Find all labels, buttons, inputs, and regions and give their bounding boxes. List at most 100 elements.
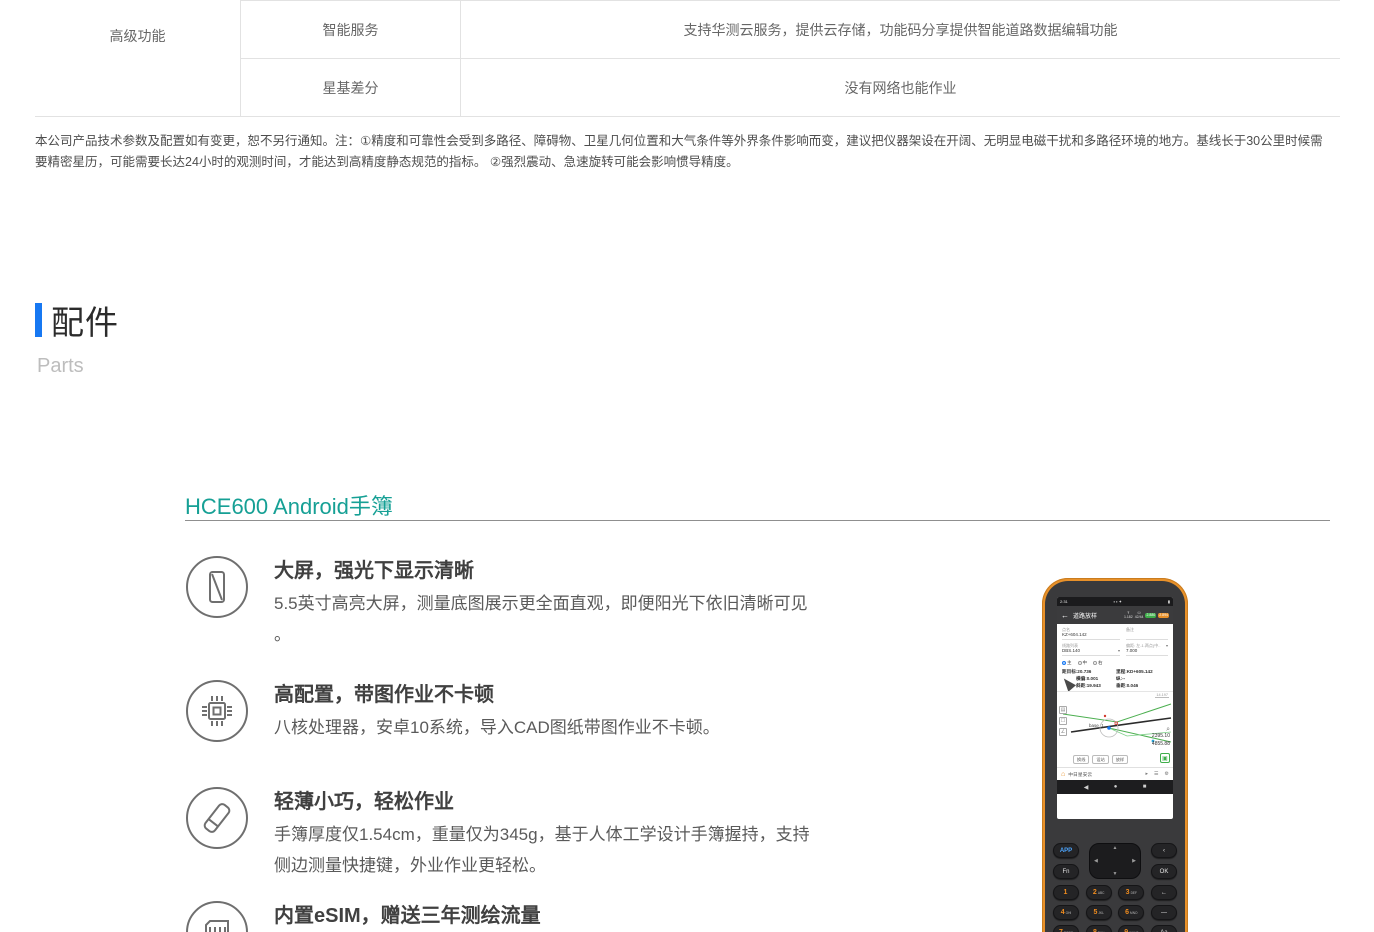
feature-item: 轻薄小巧，轻松作业 手簿厚度仅1.54cm，重量仅为345g，基于人体工学设计手…	[186, 787, 846, 881]
nav-back-icon: ◀	[1084, 784, 1089, 791]
section-header: 配件 Parts	[35, 296, 119, 378]
angle-icon: ∠	[1059, 728, 1067, 736]
nav-home-icon: ●	[1114, 784, 1118, 790]
spec-name-cell: 星基差分	[241, 59, 461, 116]
map-tool-column: ▤ ☐ ∠	[1059, 706, 1067, 736]
battery-icon: ▮	[1168, 599, 1170, 604]
stakeout-button: 放样	[1112, 755, 1128, 764]
side-radio-group: 主 中 右	[1057, 659, 1173, 668]
dpad-up-icon: ▲	[1113, 845, 1118, 851]
radio-icon	[1078, 661, 1082, 665]
fn-key: Fn	[1053, 864, 1079, 879]
spec-table: 高级功能 智能服务 支持华测云服务，提供云存储，功能码分享提供智能道路数据编辑功…	[35, 0, 1340, 117]
key-5: 5JKL	[1086, 905, 1112, 920]
chevron-down-icon: ▾	[1118, 648, 1120, 654]
accent-bar	[35, 303, 42, 337]
layers-icon: ▤	[1059, 706, 1067, 714]
divider	[185, 520, 1330, 521]
back-key: ‹	[1151, 843, 1177, 858]
spec-name-cell: 智能服务	[241, 1, 461, 58]
satellite-indicator: ⛁ 42/44	[1135, 611, 1144, 619]
key-7: 7PQRS	[1053, 925, 1079, 932]
disclaimer-text: 本公司产品技术参数及配置如有变更，恕不另行通知。注：①精度和可靠性会受到多路径、…	[35, 131, 1327, 173]
footer-label: 中日星安云	[1068, 771, 1092, 778]
stakeout-form: 点名 KZ+604.142 备注 线路列表 DBS.140▾	[1057, 624, 1173, 656]
physical-keypad: APP ▲ ▼ ◀ ▶ ‹ Fn OK 1 2ABC 3DEF	[1053, 843, 1177, 932]
spec-category-cell: 高级功能	[35, 0, 240, 116]
feature-title: 高配置，带图作业不卡顿	[274, 680, 822, 710]
cpu-icon	[186, 680, 248, 742]
screen-phone-icon	[186, 556, 248, 618]
radio-selected-icon	[1062, 661, 1066, 665]
feature-item: 大屏，强光下显示清晰 5.5英寸高亮大屏，测量底图展示更全面直观，即便阳光下依旧…	[186, 556, 846, 650]
feature-item: 内置eSIM，赠送三年测绘流量	[186, 901, 846, 932]
section-title: 配件	[51, 296, 119, 344]
chevron-down-icon: ▾	[1166, 643, 1168, 648]
stakeout-stats: 距目标:20.736里程:KD+605.142 横偏:0.001纵:-- 斜距:…	[1057, 668, 1173, 689]
magnifier-icon: ⌕	[1166, 726, 1170, 734]
screen-footer-bar: ⌂ 中日星安云 ▸ ☰ ⚙	[1057, 767, 1173, 780]
feature-item: 高配置，带图作业不卡顿 八核处理器，安卓10系统，导入CAD图纸带图作业不卡顿。	[186, 680, 846, 743]
back-arrow-icon: ←	[1061, 611, 1069, 620]
backspace-key: ←	[1151, 885, 1177, 900]
svg-text:base_1: base_1	[1089, 723, 1104, 728]
key-4: 4GHI	[1053, 905, 1079, 920]
status-icons: ▪ ▪ ✦	[1114, 599, 1122, 604]
key-8: 8TUV	[1086, 925, 1112, 932]
product-title: HCE600 Android手簿	[185, 489, 393, 521]
feature-desc: 手簿厚度仅1.54cm，重量仅为345g，基于人体工学设计手簿握持，支持侧边测量…	[274, 819, 822, 881]
point-name-field: 点名 KZ+604.142	[1062, 627, 1120, 640]
handheld-controller-image: 2:31 ▪ ▪ ✦ ▮ ← 道路放样 Ŧ 1.182 ⛁ 42/44	[1042, 578, 1188, 932]
app-key: APP	[1053, 843, 1079, 858]
app-bar: ← 道路放样 Ŧ 1.182 ⛁ 42/44 2.880 2.894	[1057, 606, 1173, 624]
key-9: 9WXYZ	[1118, 925, 1144, 932]
android-nav-bar: ◀ ● ■	[1057, 780, 1173, 794]
feature-desc: 5.5英寸高亮大屏，测量底图展示更全面直观，即便阳光下依旧清晰可见 。	[274, 588, 822, 650]
key-3: 3DEF	[1118, 885, 1144, 900]
ok-key: OK	[1151, 864, 1177, 879]
precision-chip-green: 2.880	[1145, 613, 1156, 618]
table-row: 星基差分 没有网络也能作业	[241, 58, 1340, 116]
save-icon: ▣	[1160, 753, 1170, 763]
key-6: 6MNO	[1118, 905, 1144, 920]
remark-field: 备注	[1126, 627, 1168, 640]
antenna-indicator: Ŧ 1.182	[1124, 611, 1133, 619]
device-body: 2:31 ▪ ▪ ✦ ▮ ← 道路放样 Ŧ 1.182 ⛁ 42/44	[1045, 581, 1185, 932]
select-box-icon: ☐	[1059, 717, 1067, 725]
status-time: 2:31	[1060, 599, 1068, 604]
nav-recents-icon: ■	[1143, 784, 1147, 790]
key-1: 1	[1053, 885, 1079, 900]
precision-chip-orange: 2.894	[1158, 613, 1169, 618]
space-key: —	[1151, 905, 1177, 920]
feature-title: 内置eSIM，赠送三年测绘流量	[274, 901, 822, 931]
sim-card-icon	[186, 901, 248, 932]
menu-icon: ☰	[1154, 771, 1158, 777]
aa-key: Aa	[1151, 925, 1177, 932]
arrow-icon: ▸	[1146, 771, 1149, 777]
offset-field: 偏距: 左-1.两点(中..▾ 7.000	[1126, 643, 1168, 656]
table-row: 智能服务 支持华测云服务，提供云存储，功能码分享提供智能道路数据编辑功能	[241, 0, 1340, 58]
switch-line-button: 换线	[1073, 755, 1089, 764]
feature-list: 大屏，强光下显示清晰 5.5英寸高亮大屏，测量底图展示更全面直观，即便阳光下依旧…	[186, 556, 846, 932]
product-page: 高级功能 智能服务 支持华测云服务，提供云存储，功能码分享提供智能道路数据编辑功…	[0, 0, 1374, 932]
radio-icon	[1093, 661, 1097, 665]
feature-title: 大屏，强光下显示清晰	[274, 556, 822, 586]
set-station-button: 设站	[1092, 755, 1108, 764]
status-bar: 2:31 ▪ ▪ ✦ ▮	[1057, 597, 1173, 606]
spec-rows: 智能服务 支持华测云服务，提供云存储，功能码分享提供智能道路数据编辑功能 星基差…	[240, 0, 1340, 116]
map-buttons: 换线 设站 放样	[1073, 755, 1128, 764]
section-subtitle: Parts	[37, 355, 119, 378]
app-title: 道路放样	[1073, 611, 1097, 620]
spec-value-cell: 支持华测云服务，提供云存储，功能码分享提供智能道路数据编辑功能	[461, 1, 1340, 58]
tilted-device-icon	[186, 787, 248, 849]
gear-icon: ⚙	[1165, 771, 1169, 777]
spec-value-cell: 没有网络也能作业	[461, 59, 1340, 116]
key-2: 2ABC	[1086, 885, 1112, 900]
home-icon: ⌂	[1061, 771, 1065, 778]
map-scale-label: 14.197	[1155, 693, 1169, 698]
feature-desc: 八核处理器，安卓10系统，导入CAD图纸带图作业不卡顿。	[274, 712, 822, 743]
feature-title: 轻薄小巧，轻松作业	[274, 787, 822, 817]
svg-text:4855.88: 4855.88	[1152, 741, 1170, 747]
device-screen: 2:31 ▪ ▪ ✦ ▮ ← 道路放样 Ŧ 1.182 ⛁ 42/44	[1057, 597, 1173, 819]
line-list-field: 线路列表 DBS.140▾	[1062, 643, 1120, 656]
